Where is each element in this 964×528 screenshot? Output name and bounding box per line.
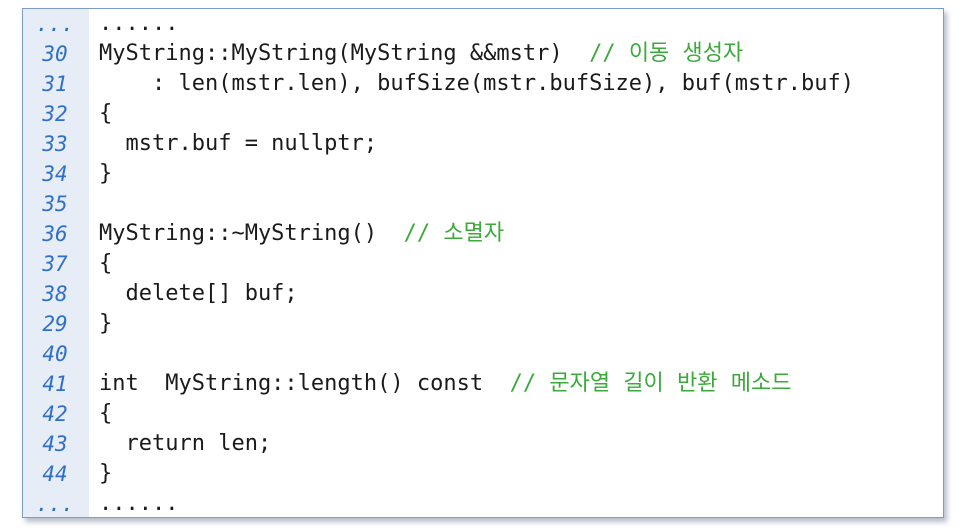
line-number: 29 xyxy=(42,312,68,336)
code-line: 29} xyxy=(23,309,943,339)
code-content: { xyxy=(99,401,113,426)
code-line: 41 int MyString::length() const // 문자열 길이… xyxy=(23,369,943,399)
code-text: { xyxy=(99,99,112,129)
code-text: ...... xyxy=(99,9,178,39)
code-comment: // 이동 생성자 xyxy=(589,41,744,66)
code-line: 38 delete[] buf; xyxy=(23,279,943,309)
code-text: delete[] buf; xyxy=(99,279,298,309)
code-line: 40 xyxy=(23,339,943,369)
code-content: { xyxy=(99,101,113,126)
code-line: 33 mstr.buf = nullptr; xyxy=(23,129,943,159)
code-content: return len; xyxy=(99,431,272,456)
line-number: 44 xyxy=(42,462,68,486)
code-text: : len(mstr.len), bufSize(mstr.bufSize), … xyxy=(99,69,854,99)
code-content: } xyxy=(99,311,113,336)
code-text: } xyxy=(99,459,112,489)
code-line: 44} xyxy=(23,459,943,489)
code-line: 42 { xyxy=(23,399,943,429)
code-content: : len(mstr.len), bufSize(mstr.bufSize), … xyxy=(99,71,854,96)
code-text: int MyString::length() const // 문자열 길이 반… xyxy=(99,369,791,399)
code-content: ...... xyxy=(99,491,179,516)
code-text: MyString::~MyString() // 소멸자 xyxy=(99,219,504,249)
code-text: { xyxy=(99,249,112,279)
code-content: int MyString::length() const xyxy=(99,371,510,396)
line-number: 37 xyxy=(42,252,68,276)
code-content: { xyxy=(99,251,113,276)
code-comment: // 소멸자 xyxy=(403,221,505,246)
line-number: 36 xyxy=(42,222,68,246)
line-number: 43 xyxy=(42,432,68,456)
code-line: 34} xyxy=(23,159,943,189)
code-line: ......... xyxy=(23,489,943,519)
code-content: MyString::~MyString() xyxy=(99,221,404,246)
code-text: { xyxy=(99,399,112,429)
code-text: } xyxy=(99,309,112,339)
code-content: MyString::MyString(MyString &&mstr) xyxy=(99,41,590,66)
line-number: 41 xyxy=(42,372,68,396)
code-content: } xyxy=(99,161,113,186)
line-number: 32 xyxy=(42,102,68,126)
code-line: ......... xyxy=(23,9,943,39)
code-content: mstr.buf = nullptr; xyxy=(99,131,378,156)
code-text: ...... xyxy=(99,489,178,519)
line-number: 34 xyxy=(42,162,68,186)
line-number: 31 xyxy=(42,72,68,96)
code-content: ...... xyxy=(99,11,179,36)
line-number: ... xyxy=(36,12,74,36)
code-text: } xyxy=(99,159,112,189)
code-line: 43 return len; xyxy=(23,429,943,459)
line-number: 38 xyxy=(42,282,68,306)
line-number: 33 xyxy=(42,132,68,156)
line-number: 30 xyxy=(42,42,68,66)
code-text: mstr.buf = nullptr; xyxy=(99,129,377,159)
code-line: 31 : len(mstr.len), bufSize(mstr.bufSize… xyxy=(23,69,943,99)
code-content: } xyxy=(99,461,113,486)
code-line: 37 { xyxy=(23,249,943,279)
code-text: MyString::MyString(MyString &&mstr) // 이… xyxy=(99,39,743,69)
code-listing-frame: ......... 30 MyString::MyString(MyString … xyxy=(22,8,944,518)
code-line: 35 xyxy=(23,189,943,219)
code-content: delete[] buf; xyxy=(99,281,298,306)
line-number: ... xyxy=(36,492,74,516)
line-number: 40 xyxy=(42,342,68,366)
code-comment: // 문자열 길이 반환 메소드 xyxy=(509,371,792,396)
code-text: return len; xyxy=(99,429,271,459)
line-number: 35 xyxy=(42,192,68,216)
line-number: 42 xyxy=(42,402,68,426)
code-line: 30 MyString::MyString(MyString &&mstr) //… xyxy=(23,39,943,69)
code-line: 36 MyString::~MyString() // 소멸자 xyxy=(23,219,943,249)
code-line: 32 { xyxy=(23,99,943,129)
